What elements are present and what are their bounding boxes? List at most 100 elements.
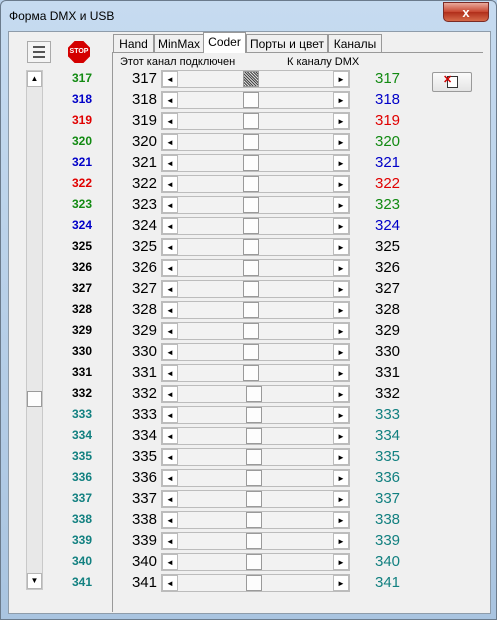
- slider-thumb[interactable]: [243, 302, 259, 318]
- slider-thumb[interactable]: [243, 71, 259, 87]
- title-bar[interactable]: Форма DMX и USB x: [1, 1, 496, 31]
- arrow-right-icon[interactable]: ►: [333, 71, 349, 87]
- channel-map-slider[interactable]: ◄ ►: [161, 532, 350, 550]
- arrow-left-icon[interactable]: ◄: [162, 470, 178, 486]
- arrow-left-icon[interactable]: ◄: [162, 281, 178, 297]
- arrow-right-icon[interactable]: ►: [333, 344, 349, 360]
- arrow-right-icon[interactable]: ►: [333, 512, 349, 528]
- arrow-right-icon[interactable]: ►: [333, 575, 349, 591]
- channel-map-slider[interactable]: ◄ ►: [161, 574, 350, 592]
- slider-thumb[interactable]: [246, 386, 262, 402]
- arrow-right-icon[interactable]: ►: [333, 239, 349, 255]
- channel-list-item[interactable]: 331: [57, 362, 107, 383]
- scroll-up-arrow-icon[interactable]: ▲: [27, 71, 42, 87]
- slider-thumb[interactable]: [246, 554, 262, 570]
- arrow-left-icon[interactable]: ◄: [162, 218, 178, 234]
- arrow-left-icon[interactable]: ◄: [162, 449, 178, 465]
- arrow-right-icon[interactable]: ►: [333, 533, 349, 549]
- channel-map-slider[interactable]: ◄ ►: [161, 406, 350, 424]
- channel-list-item[interactable]: 324: [57, 215, 107, 236]
- slider-thumb[interactable]: [243, 239, 259, 255]
- arrow-left-icon[interactable]: ◄: [162, 407, 178, 423]
- arrow-left-icon[interactable]: ◄: [162, 302, 178, 318]
- arrow-left-icon[interactable]: ◄: [162, 428, 178, 444]
- slider-thumb[interactable]: [243, 260, 259, 276]
- arrow-right-icon[interactable]: ►: [333, 554, 349, 570]
- channel-list-item[interactable]: 321: [57, 152, 107, 173]
- arrow-left-icon[interactable]: ◄: [162, 575, 178, 591]
- slider-thumb[interactable]: [246, 449, 262, 465]
- channel-map-slider[interactable]: ◄ ►: [161, 217, 350, 235]
- arrow-right-icon[interactable]: ►: [333, 491, 349, 507]
- slider-thumb[interactable]: [243, 113, 259, 129]
- channel-list-item[interactable]: 340: [57, 551, 107, 572]
- arrow-right-icon[interactable]: ►: [333, 470, 349, 486]
- channel-map-slider[interactable]: ◄ ►: [161, 91, 350, 109]
- arrow-right-icon[interactable]: ►: [333, 260, 349, 276]
- arrow-right-icon[interactable]: ►: [333, 113, 349, 129]
- channel-list-item[interactable]: 341: [57, 572, 107, 593]
- channel-map-slider[interactable]: ◄ ►: [161, 511, 350, 529]
- channel-list-item[interactable]: 329: [57, 320, 107, 341]
- arrow-right-icon[interactable]: ►: [333, 134, 349, 150]
- scroll-down-arrow-icon[interactable]: ▼: [27, 573, 42, 589]
- channel-map-slider[interactable]: ◄ ►: [161, 259, 350, 277]
- arrow-left-icon[interactable]: ◄: [162, 155, 178, 171]
- slider-thumb[interactable]: [246, 470, 262, 486]
- channel-map-slider[interactable]: ◄ ►: [161, 448, 350, 466]
- list-button[interactable]: [27, 41, 51, 63]
- channel-map-slider[interactable]: ◄ ►: [161, 490, 350, 508]
- channel-list-item[interactable]: 319: [57, 110, 107, 131]
- slider-thumb[interactable]: [246, 512, 262, 528]
- channel-list-item[interactable]: 318: [57, 89, 107, 110]
- slider-thumb[interactable]: [246, 533, 262, 549]
- close-button[interactable]: x: [443, 2, 489, 22]
- channel-map-slider[interactable]: ◄ ►: [161, 301, 350, 319]
- slider-thumb[interactable]: [243, 155, 259, 171]
- slider-thumb[interactable]: [246, 407, 262, 423]
- slider-thumb[interactable]: [243, 344, 259, 360]
- arrow-right-icon[interactable]: ►: [333, 176, 349, 192]
- channel-list-item[interactable]: 335: [57, 446, 107, 467]
- slider-thumb[interactable]: [246, 575, 262, 591]
- channel-list-item[interactable]: 317: [57, 68, 107, 89]
- channel-map-slider[interactable]: ◄ ►: [161, 154, 350, 172]
- channel-map-slider[interactable]: ◄ ►: [161, 553, 350, 571]
- channel-list-item[interactable]: 332: [57, 383, 107, 404]
- channel-map-slider[interactable]: ◄ ►: [161, 112, 350, 130]
- slider-thumb[interactable]: [246, 491, 262, 507]
- arrow-right-icon[interactable]: ►: [333, 386, 349, 402]
- channel-list-item[interactable]: 336: [57, 467, 107, 488]
- channel-map-slider[interactable]: ◄ ►: [161, 70, 350, 88]
- slider-thumb[interactable]: [243, 92, 259, 108]
- arrow-right-icon[interactable]: ►: [333, 323, 349, 339]
- arrow-left-icon[interactable]: ◄: [162, 554, 178, 570]
- channel-list-item[interactable]: 320: [57, 131, 107, 152]
- arrow-left-icon[interactable]: ◄: [162, 113, 178, 129]
- arrow-left-icon[interactable]: ◄: [162, 239, 178, 255]
- channel-list-item[interactable]: 326: [57, 257, 107, 278]
- arrow-left-icon[interactable]: ◄: [162, 323, 178, 339]
- arrow-right-icon[interactable]: ►: [333, 365, 349, 381]
- arrow-left-icon[interactable]: ◄: [162, 197, 178, 213]
- channel-list-item[interactable]: 339: [57, 530, 107, 551]
- slider-thumb[interactable]: [243, 281, 259, 297]
- tab-coder[interactable]: Coder: [203, 32, 246, 53]
- arrow-left-icon[interactable]: ◄: [162, 344, 178, 360]
- slider-thumb[interactable]: [246, 428, 262, 444]
- channel-list-item[interactable]: 330: [57, 341, 107, 362]
- tab-ports-and-color[interactable]: Порты и цвет: [246, 34, 328, 52]
- channel-map-slider[interactable]: ◄ ►: [161, 343, 350, 361]
- channel-map-slider[interactable]: ◄ ►: [161, 196, 350, 214]
- channel-map-slider[interactable]: ◄ ►: [161, 427, 350, 445]
- slider-thumb[interactable]: [243, 134, 259, 150]
- channel-list-item[interactable]: 334: [57, 425, 107, 446]
- channel-list-item[interactable]: 338: [57, 509, 107, 530]
- arrow-left-icon[interactable]: ◄: [162, 386, 178, 402]
- arrow-left-icon[interactable]: ◄: [162, 512, 178, 528]
- slider-thumb[interactable]: [243, 218, 259, 234]
- arrow-left-icon[interactable]: ◄: [162, 134, 178, 150]
- arrow-left-icon[interactable]: ◄: [162, 491, 178, 507]
- channel-list-item[interactable]: 325: [57, 236, 107, 257]
- channel-list-item[interactable]: 327: [57, 278, 107, 299]
